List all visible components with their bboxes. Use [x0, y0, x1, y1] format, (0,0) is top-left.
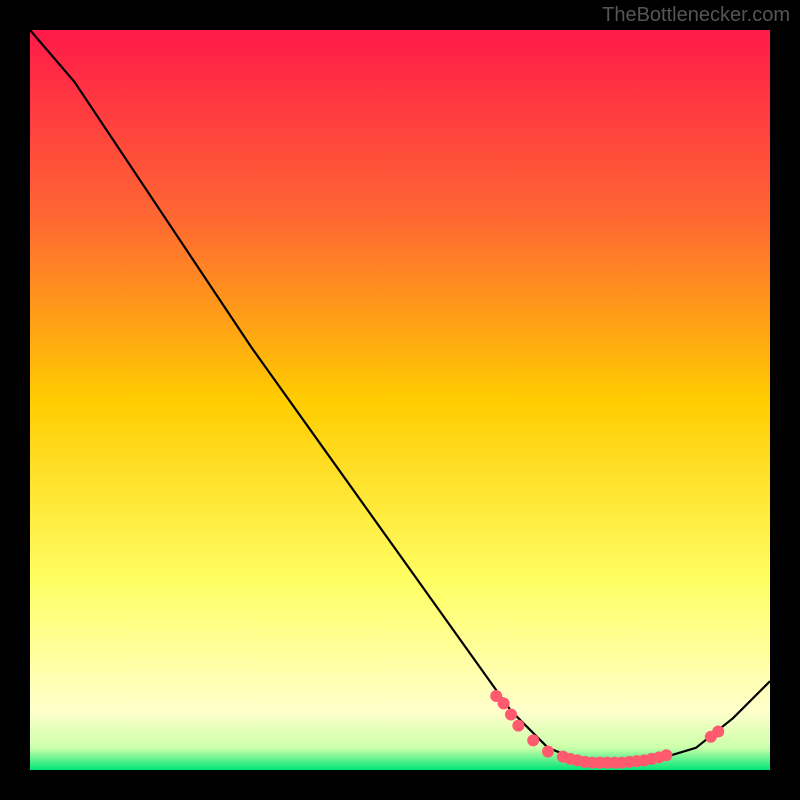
- data-marker: [660, 749, 672, 761]
- data-marker: [505, 709, 517, 721]
- data-marker: [542, 746, 554, 758]
- data-marker: [527, 734, 539, 746]
- chart-svg: [30, 30, 770, 770]
- gradient-background: [30, 30, 770, 770]
- data-marker: [498, 697, 510, 709]
- chart-container: TheBottlenecker.com: [0, 0, 800, 800]
- watermark-text: TheBottlenecker.com: [602, 4, 790, 27]
- plot-area: [30, 30, 770, 770]
- data-marker: [712, 726, 724, 738]
- data-marker: [512, 720, 524, 732]
